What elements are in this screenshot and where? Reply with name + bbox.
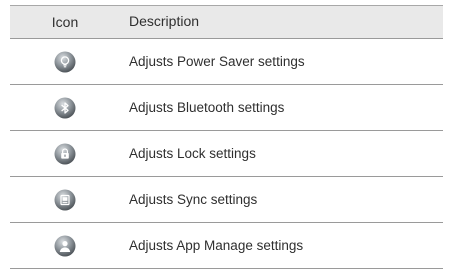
row-description: Adjusts App Manage settings [129,237,304,253]
row-description: Adjusts Lock settings [129,145,256,161]
table-row: Adjusts Sync settings [10,177,443,223]
table-row: Adjusts Lock settings [10,131,443,177]
description-header-label: Description [129,13,200,29]
row-description: Adjusts Power Saver settings [129,53,305,69]
icon-header-label: Icon [51,14,79,30]
description-column-header: Description [120,13,443,31]
row-description: Adjusts Bluetooth settings [129,99,285,115]
power-saver-icon [54,51,76,72]
table-row: Adjusts Power Saver settings [10,39,443,85]
table-row: Adjusts App Manage settings [10,223,443,269]
settings-icon-table: Icon Description Adjusts Power Saver set… [10,5,443,269]
icon-column-header: Icon [10,14,120,30]
table-header-row: Icon Description [10,5,443,39]
row-description: Adjusts Sync settings [129,191,258,207]
lock-icon [54,143,76,164]
bluetooth-icon [54,97,76,118]
app-manage-icon [54,235,76,256]
sync-icon [54,189,76,210]
table-row: Adjusts Bluetooth settings [10,85,443,131]
